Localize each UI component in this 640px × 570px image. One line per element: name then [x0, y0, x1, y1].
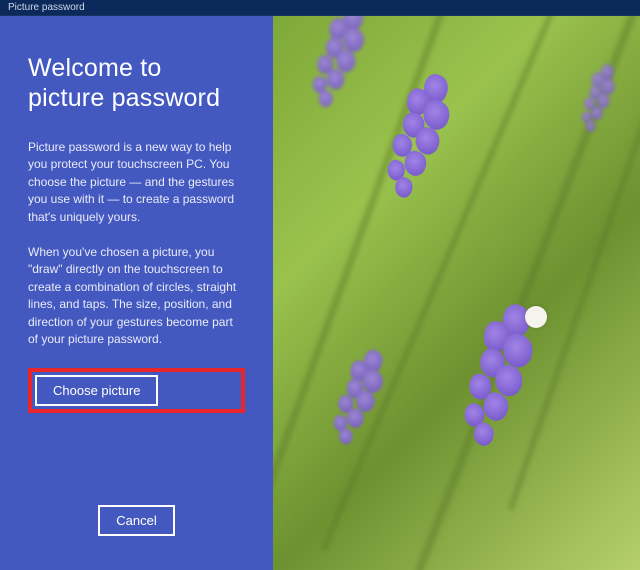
intro-paragraph-2: When you've chosen a picture, you "draw"… — [28, 244, 245, 348]
instruction-panel: Welcome to picture password Picture pass… — [0, 16, 273, 570]
gesture-dot-indicator — [525, 306, 547, 328]
decorative-flower — [295, 16, 381, 124]
decorative-flower — [367, 64, 470, 217]
bottom-button-row: Cancel — [28, 505, 245, 542]
window-title: Picture password — [8, 2, 85, 13]
intro-paragraph-1: Picture password is a new way to help yo… — [28, 139, 245, 226]
window-titlebar: Picture password — [0, 0, 640, 16]
content-area: Welcome to picture password Picture pass… — [0, 16, 640, 570]
decorative-stem — [506, 16, 640, 511]
page-heading: Welcome to picture password — [28, 54, 245, 113]
choose-picture-button[interactable]: Choose picture — [35, 375, 158, 406]
decorative-flower — [571, 59, 626, 143]
tutorial-highlight: Choose picture — [28, 368, 245, 413]
cancel-button[interactable]: Cancel — [98, 505, 174, 536]
picture-password-window: Picture password Welcome to picture pass… — [0, 0, 640, 570]
picture-preview-area[interactable] — [273, 16, 640, 570]
